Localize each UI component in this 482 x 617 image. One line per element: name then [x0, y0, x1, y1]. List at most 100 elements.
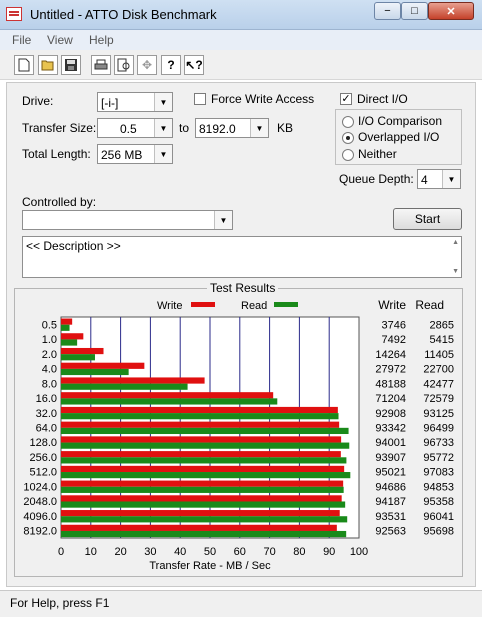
write-bar	[61, 436, 342, 443]
window-title: Untitled - ATTO Disk Benchmark	[30, 7, 217, 22]
io-comparison-radio[interactable]	[342, 116, 354, 128]
category-label: 16.0	[36, 393, 57, 405]
transfer-from-select[interactable]: 0.5 ▼	[97, 118, 173, 138]
description-text: << Description >>	[26, 239, 121, 253]
neither-radio[interactable]	[342, 149, 354, 161]
read-value: 95358	[423, 496, 454, 508]
write-bar	[61, 377, 205, 384]
category-label: 1.0	[42, 334, 57, 346]
open-icon[interactable]	[38, 55, 58, 75]
legend-read-swatch	[274, 302, 298, 307]
controlled-by-select[interactable]: ▼	[22, 210, 233, 230]
write-bar	[61, 480, 344, 487]
direct-io-checkbox[interactable]: ✓	[340, 93, 352, 105]
menu-file[interactable]: File	[12, 33, 31, 47]
description-textbox[interactable]: << Description >> ▲ ▼	[22, 236, 462, 278]
menu-help[interactable]: Help	[89, 33, 114, 47]
write-bar	[61, 451, 341, 458]
minimize-button[interactable]: −	[374, 2, 401, 20]
legend-write-swatch	[191, 302, 215, 307]
category-label: 32.0	[36, 408, 57, 420]
read-bar	[61, 486, 344, 493]
total-length-select[interactable]: 256 MB ▼	[97, 144, 173, 164]
read-value: 95698	[423, 526, 454, 538]
maximize-button[interactable]: □	[401, 2, 428, 20]
read-bar	[61, 501, 346, 508]
menu-view[interactable]: View	[47, 33, 73, 47]
write-value: 93531	[375, 511, 406, 523]
menu-bar: File View Help	[0, 30, 482, 50]
x-tick-label: 30	[144, 546, 156, 558]
context-help-icon[interactable]: ↖?	[184, 55, 204, 75]
read-bar	[61, 339, 78, 346]
category-label: 8192.0	[23, 526, 57, 538]
x-tick-label: 60	[234, 546, 246, 558]
read-value: 96041	[423, 511, 454, 523]
chevron-down-icon: ▼	[154, 93, 172, 111]
write-value: 93907	[375, 452, 406, 464]
read-bar	[61, 516, 348, 523]
write-value: 93342	[375, 423, 406, 435]
read-bar	[61, 427, 349, 435]
category-label: 2.0	[42, 349, 57, 361]
category-label: 1024.0	[23, 481, 57, 493]
title-bar[interactable]: Untitled - ATTO Disk Benchmark − □ ✕	[0, 0, 482, 30]
drive-label: Drive:	[22, 94, 54, 108]
write-bar	[61, 392, 274, 399]
write-bar	[61, 421, 340, 428]
write-bar	[61, 465, 345, 473]
print-icon[interactable]	[91, 55, 111, 75]
transfer-to-select[interactable]: 8192.0 ▼	[195, 118, 269, 138]
scroll-down-icon[interactable]: ▼	[452, 268, 459, 275]
read-bar	[61, 457, 347, 464]
force-write-checkbox[interactable]	[194, 93, 206, 105]
overlapped-io-radio[interactable]	[342, 132, 354, 144]
x-tick-label: 20	[114, 546, 126, 558]
queue-depth-select[interactable]: 4 ▼	[417, 169, 461, 189]
category-label: 2048.0	[23, 496, 57, 508]
read-value: 97083	[423, 467, 454, 479]
write-bar	[61, 510, 340, 517]
drive-select[interactable]: [-i-] ▼	[97, 92, 173, 112]
write-value: 92908	[375, 408, 406, 420]
start-button[interactable]: Start	[393, 208, 462, 230]
close-button[interactable]: ✕	[428, 2, 474, 20]
x-tick-label: 70	[263, 546, 275, 558]
category-label: 8.0	[42, 378, 57, 390]
move-icon[interactable]: ✥	[137, 55, 157, 75]
help-icon[interactable]: ?	[161, 55, 181, 75]
legend-write-label: Write	[157, 300, 182, 312]
status-bar: For Help, press F1	[0, 590, 482, 617]
write-value: 94686	[375, 481, 406, 493]
x-tick-label: 100	[350, 546, 368, 558]
write-bar	[61, 495, 342, 502]
toolbar: ✥ ? ↖?	[0, 50, 482, 80]
test-results-group: Test Results 0 10 20 30 40 50 60 70 80 90 100 Trans…	[14, 281, 463, 577]
status-text: For Help, press F1	[10, 596, 110, 610]
write-bar	[61, 406, 338, 414]
save-icon[interactable]	[61, 55, 81, 75]
category-label: 512.0	[29, 467, 57, 479]
transfer-size-label: Transfer Size:	[22, 121, 97, 135]
kb-label: KB	[277, 121, 294, 135]
category-label: 256.0	[29, 452, 57, 464]
read-bar	[61, 442, 350, 449]
read-bar	[61, 354, 95, 361]
new-icon[interactable]	[14, 55, 34, 75]
scroll-up-icon[interactable]: ▲	[452, 239, 459, 246]
read-bar	[61, 530, 347, 538]
x-tick-label: 10	[85, 546, 97, 558]
x-tick-label: 90	[323, 546, 335, 558]
force-write-label: Force Write Access	[211, 92, 315, 106]
read-value: 2865	[430, 319, 454, 331]
category-label: 64.0	[36, 423, 57, 435]
read-bar	[61, 383, 188, 390]
read-value: 93125	[423, 408, 454, 420]
print-preview-icon[interactable]	[114, 55, 134, 75]
test-results-title: Test Results	[207, 281, 279, 295]
chevron-down-icon: ▼	[250, 119, 268, 137]
to-label: to	[179, 121, 190, 135]
chevron-down-icon: ▼	[214, 211, 232, 229]
write-value: 71204	[375, 393, 406, 405]
write-bar	[61, 333, 84, 340]
